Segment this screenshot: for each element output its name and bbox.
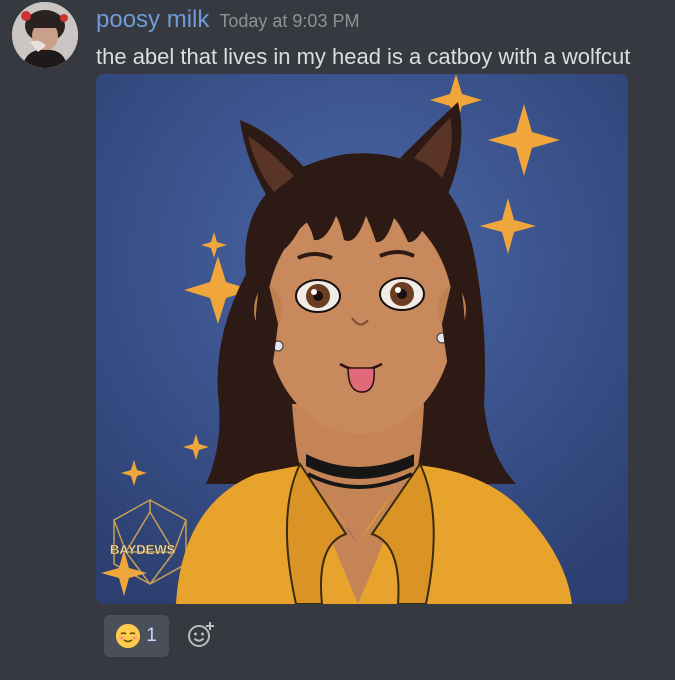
author-name[interactable]: poosy milk <box>96 6 209 34</box>
message-text: the abel that lives in my head is a catb… <box>96 44 631 69</box>
avatar-image <box>12 2 78 68</box>
reaction-count: 1 <box>146 625 157 646</box>
reaction-button[interactable]: 1 <box>104 615 169 657</box>
character-illustration: BAYDEWS <box>96 74 628 604</box>
image-attachment[interactable]: BAYDEWS <box>96 74 628 604</box>
user-avatar[interactable] <box>12 2 78 68</box>
watermark-text: BAYDEWS <box>110 542 176 557</box>
add-reaction-icon[interactable] <box>186 620 216 650</box>
chat-message: poosy milk Today at 9:03 PM the abel tha… <box>0 0 675 680</box>
message-timestamp: Today at 9:03 PM <box>219 11 360 31</box>
message-header: poosy milk Today at 9:03 PM <box>96 6 359 36</box>
blushing-smile-emoji <box>116 624 141 648</box>
